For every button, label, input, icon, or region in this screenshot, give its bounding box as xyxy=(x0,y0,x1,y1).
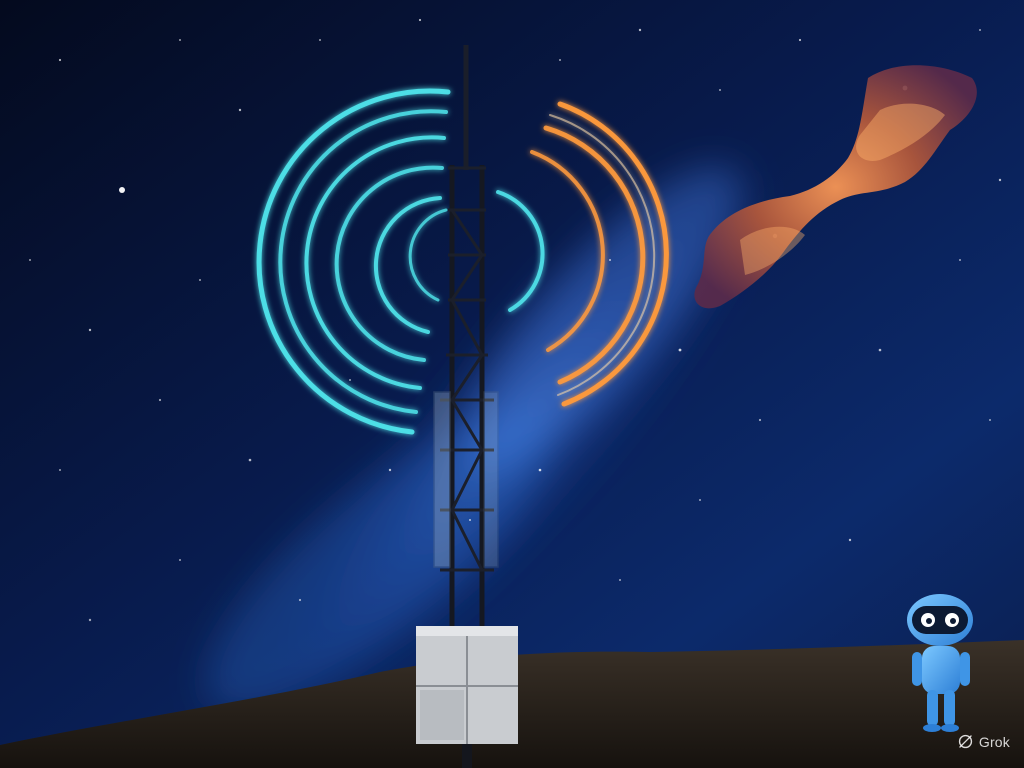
illustration xyxy=(0,0,1024,768)
equipment-cabinet xyxy=(416,626,518,744)
grok-watermark: Grok xyxy=(957,733,1010,750)
grok-logo-icon xyxy=(958,734,972,749)
watermark-text: Grok xyxy=(978,733,1010,750)
night-sky-scene: Grok xyxy=(0,0,1024,768)
